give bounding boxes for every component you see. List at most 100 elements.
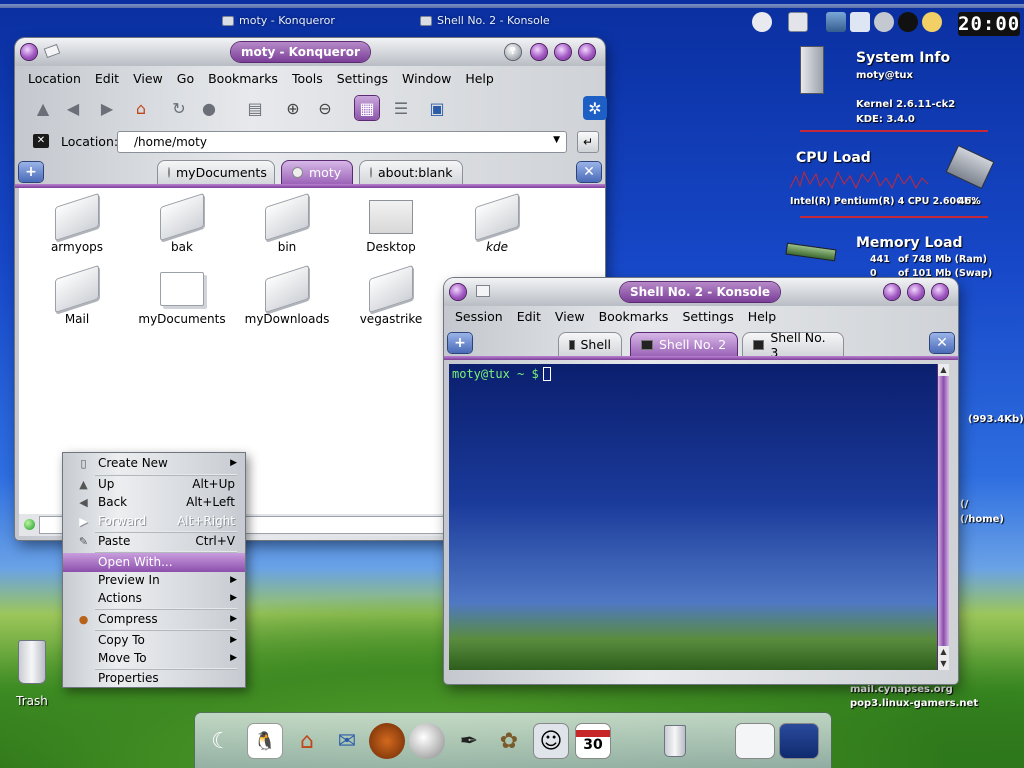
- tab-shell-no-3[interactable]: Shell No. 3: [742, 330, 844, 360]
- scroll-up-icon[interactable]: ▲: [938, 364, 949, 376]
- file-item[interactable]: Mail: [27, 264, 127, 326]
- sticky-pin-icon[interactable]: [43, 43, 61, 59]
- menu-item-open-with[interactable]: Open With...: [63, 553, 245, 572]
- taskbar-item-konqueror[interactable]: moty - Konqueror: [222, 14, 335, 27]
- bomb-icon[interactable]: [898, 12, 918, 32]
- mail-client-icon[interactable]: ✉: [329, 723, 365, 759]
- preview-icon[interactable]: ▣: [425, 96, 449, 120]
- file-item[interactable]: Desktop: [341, 200, 441, 254]
- tux-icon[interactable]: [922, 12, 942, 32]
- minimize-button[interactable]: [531, 44, 547, 60]
- desktop-preview-icon[interactable]: [826, 12, 846, 32]
- menu-go[interactable]: Go: [170, 69, 201, 89]
- file-item[interactable]: bak: [132, 192, 232, 254]
- clock[interactable]: 20:00: [958, 12, 1020, 36]
- close-tab-button[interactable]: ✕: [577, 162, 601, 182]
- speaker-icon[interactable]: [409, 723, 445, 759]
- stop-icon[interactable]: ●: [197, 96, 221, 120]
- up-arrow-icon[interactable]: ▲: [31, 96, 55, 120]
- desktop-pager-2[interactable]: [779, 723, 819, 759]
- zoom-out-icon[interactable]: ⊖: [313, 96, 337, 120]
- gear-icon[interactable]: ✲: [583, 96, 607, 120]
- file-item[interactable]: armyops: [27, 192, 127, 254]
- maximize-button[interactable]: [908, 284, 924, 300]
- volume-icon[interactable]: [874, 12, 894, 32]
- clear-location-icon[interactable]: ✕: [33, 134, 49, 148]
- print-icon[interactable]: ▤: [243, 96, 267, 120]
- menu-edit[interactable]: Edit: [88, 69, 126, 89]
- new-session-button[interactable]: +: [448, 333, 472, 353]
- tux-face-icon[interactable]: ☺: [533, 723, 569, 759]
- window-menu-button[interactable]: [21, 44, 37, 60]
- home-icon[interactable]: ⌂: [289, 723, 325, 759]
- trash-icon[interactable]: [657, 723, 693, 759]
- close-button[interactable]: [579, 44, 595, 60]
- calendar-icon[interactable]: 30: [575, 723, 611, 759]
- gimp-icon[interactable]: ✿: [491, 723, 527, 759]
- menu-item-up[interactable]: ▲ Up Alt+Up: [63, 475, 245, 494]
- scroll-down-icon[interactable]: ▼: [938, 658, 949, 670]
- konsole-titlebar[interactable]: Shell No. 2 - Konsole: [444, 278, 958, 306]
- window-menu-button[interactable]: [450, 284, 466, 300]
- scroll-up-icon[interactable]: ▲: [938, 646, 949, 658]
- menu-item-preview-in[interactable]: Preview In ▶: [63, 571, 245, 590]
- minimize-button[interactable]: [884, 284, 900, 300]
- tab-mydocuments[interactable]: myDocuments: [157, 160, 275, 184]
- tab-shell[interactable]: Shell: [558, 332, 622, 356]
- menu-help[interactable]: Help: [741, 307, 784, 327]
- menu-view[interactable]: View: [126, 69, 170, 89]
- kde-menu-icon[interactable]: [752, 12, 772, 32]
- network-icon[interactable]: [850, 12, 870, 32]
- menu-item-create-new[interactable]: ▯ Create New ▶: [63, 454, 245, 473]
- kde-menu-icon[interactable]: ☾: [203, 723, 239, 759]
- menu-item-forward[interactable]: ▶ Forward Alt+Right: [63, 512, 245, 531]
- menu-tools[interactable]: Tools: [285, 69, 330, 89]
- trash-desktop-icon[interactable]: Trash: [10, 640, 54, 708]
- zoom-in-icon[interactable]: ⊕: [281, 96, 305, 120]
- menu-item-actions[interactable]: Actions ▶: [63, 589, 245, 608]
- menu-session[interactable]: Session: [448, 307, 510, 327]
- menu-item-paste[interactable]: ✎ Paste Ctrl+V: [63, 532, 245, 551]
- show-desktop-icon[interactable]: [788, 12, 808, 32]
- pen-icon[interactable]: ✒: [451, 723, 487, 759]
- menu-settings[interactable]: Settings: [330, 69, 395, 89]
- help-button[interactable]: ?: [505, 44, 521, 60]
- menu-edit[interactable]: Edit: [510, 307, 548, 327]
- menu-settings[interactable]: Settings: [675, 307, 740, 327]
- terminal-scrollbar[interactable]: ▲ ▲ ▼: [937, 364, 949, 670]
- close-session-button[interactable]: ✕: [930, 333, 954, 353]
- icon-view-icon[interactable]: ▦: [355, 96, 379, 120]
- chevron-down-icon[interactable]: ▼: [553, 135, 560, 145]
- new-tab-button[interactable]: +: [19, 162, 43, 182]
- menu-view[interactable]: View: [548, 307, 592, 327]
- home-icon[interactable]: ⌂: [129, 96, 153, 120]
- menu-item-compress[interactable]: ● Compress ▶: [63, 610, 245, 629]
- location-input[interactable]: /home/moty ▼: [117, 131, 567, 153]
- maximize-button[interactable]: [555, 44, 571, 60]
- tux-launcher-icon[interactable]: 🐧: [247, 723, 283, 759]
- menu-window[interactable]: Window: [395, 69, 458, 89]
- konqueror-titlebar[interactable]: moty - Konqueror ?: [15, 38, 605, 66]
- menu-location[interactable]: Location: [21, 69, 88, 89]
- tab-shell-no-2[interactable]: Shell No. 2: [630, 332, 738, 356]
- close-button[interactable]: [932, 284, 948, 300]
- desktop-pager-1[interactable]: [735, 723, 775, 759]
- menu-item-copy-to[interactable]: Copy To ▶: [63, 631, 245, 650]
- forward-arrow-icon[interactable]: ▶: [95, 96, 119, 120]
- menu-bookmarks[interactable]: Bookmarks: [201, 69, 285, 89]
- back-arrow-icon[interactable]: ◀: [61, 96, 85, 120]
- terminal-area[interactable]: moty@tux ~ $: [449, 364, 937, 670]
- reload-icon[interactable]: ↻: [167, 96, 191, 120]
- menu-item-properties[interactable]: Properties: [63, 669, 245, 688]
- menu-item-back[interactable]: ◀ Back Alt+Left: [63, 493, 245, 512]
- file-item[interactable]: myDocuments: [132, 272, 232, 326]
- taskbar-item-konsole[interactable]: Shell No. 2 - Konsole: [420, 14, 550, 27]
- tab-moty[interactable]: moty: [281, 160, 353, 184]
- menu-help[interactable]: Help: [458, 69, 501, 89]
- browser-icon[interactable]: [369, 723, 405, 759]
- tab-about-blank[interactable]: about:blank: [359, 160, 463, 184]
- file-item[interactable]: bin: [237, 192, 337, 254]
- menu-bookmarks[interactable]: Bookmarks: [592, 307, 676, 327]
- menu-item-move-to[interactable]: Move To ▶: [63, 649, 245, 668]
- file-item[interactable]: kde: [447, 192, 547, 254]
